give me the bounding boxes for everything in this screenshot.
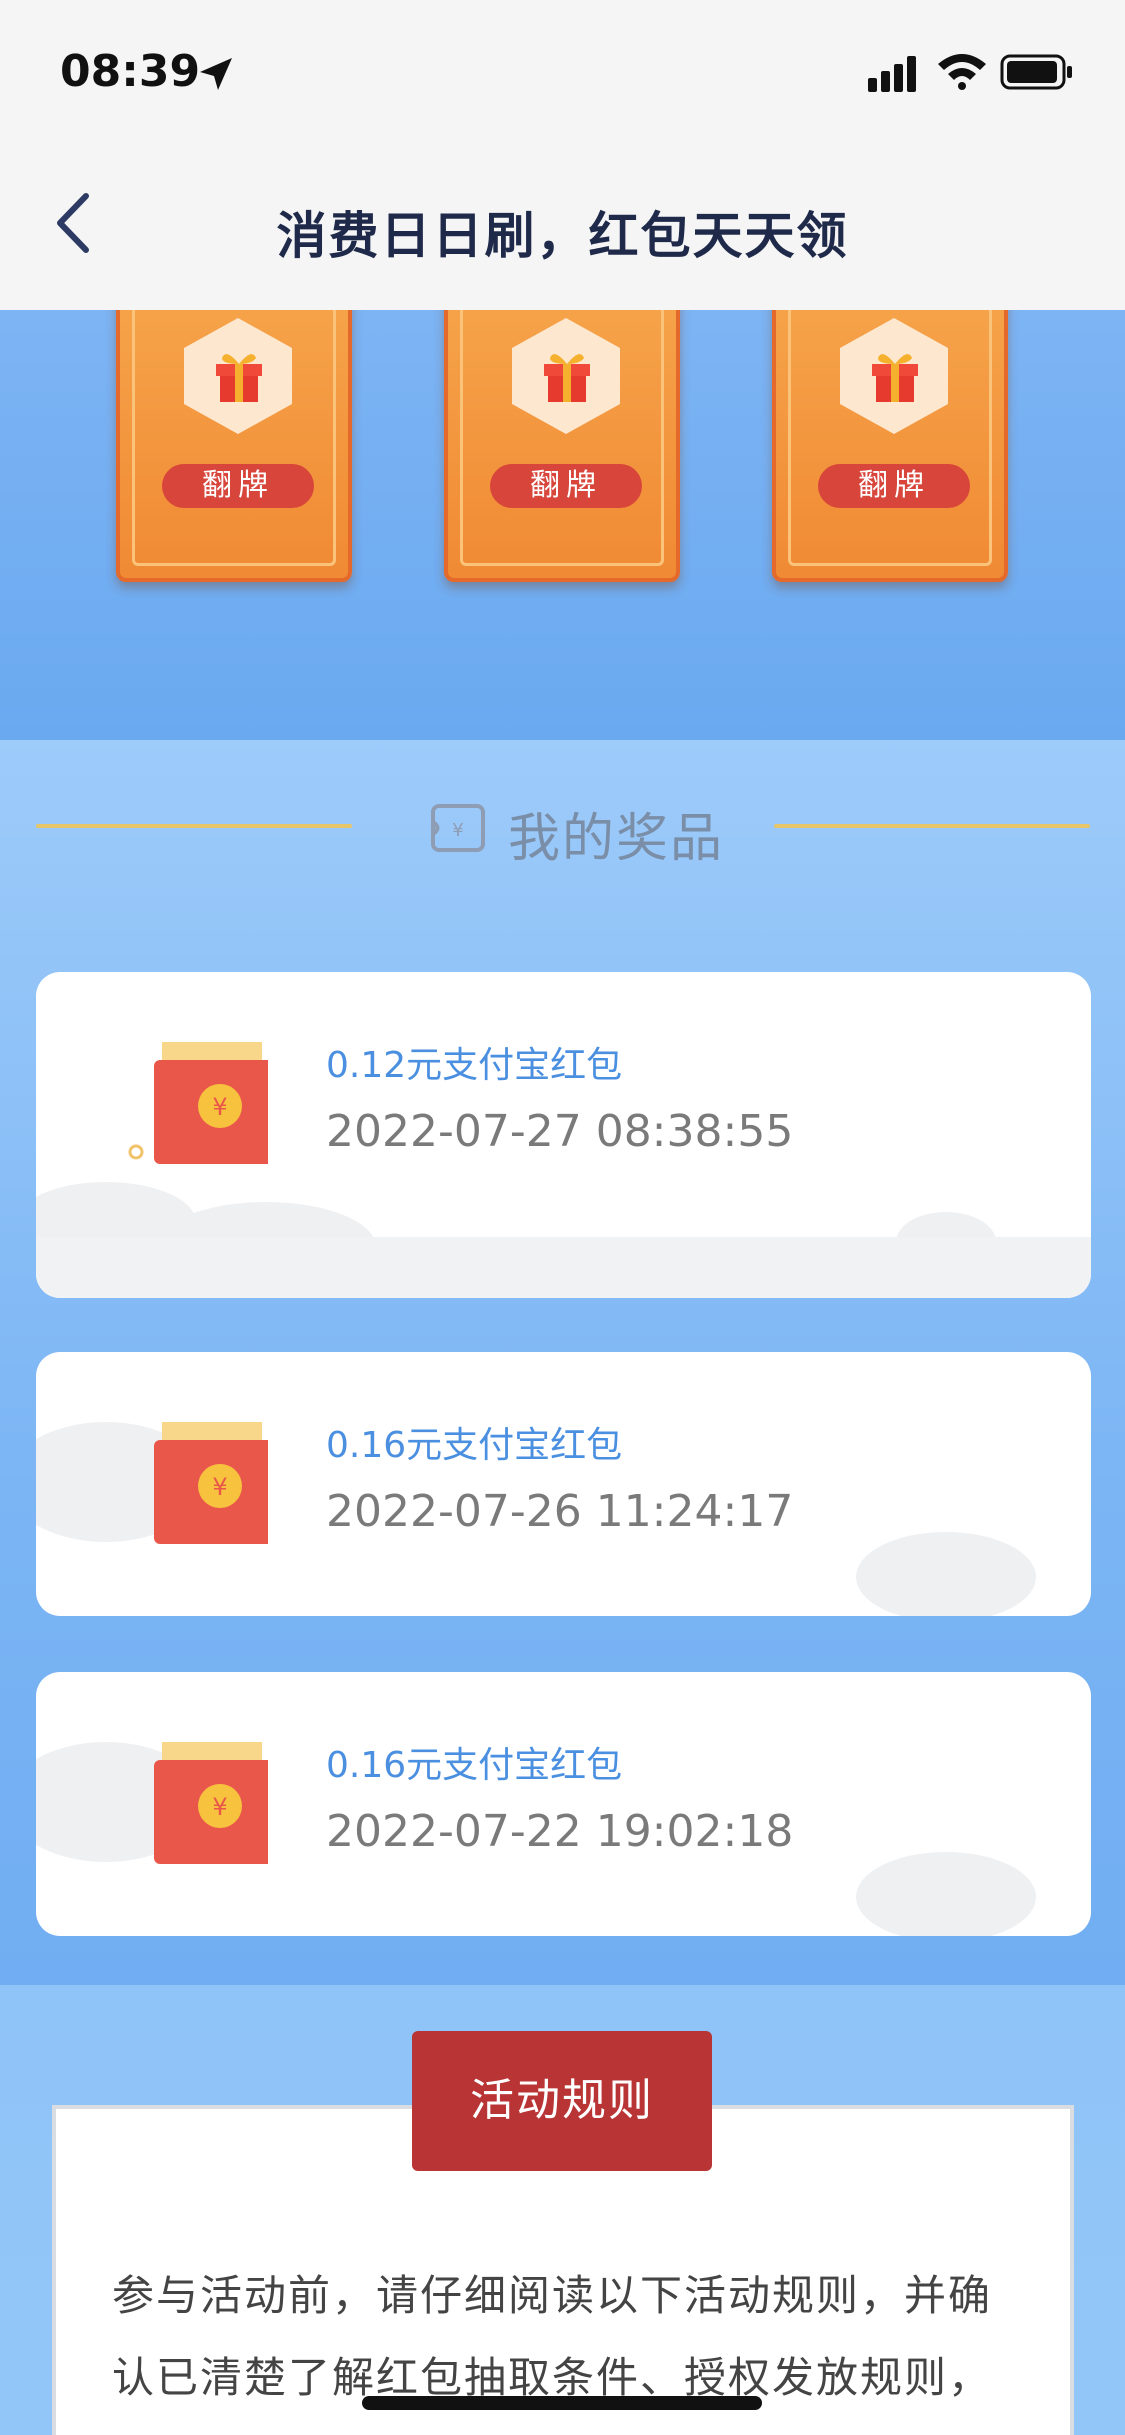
flip-button[interactable]: 翻牌 xyxy=(818,464,970,508)
flip-button[interactable]: 翻牌 xyxy=(490,464,642,508)
prize-name: 0.16元支付宝红包 xyxy=(326,1425,623,1466)
red-envelope-icon: ¥ xyxy=(154,1742,268,1864)
prize-card[interactable]: ¥ 0.16元支付宝红包 2022-07-26 11:24:17 xyxy=(36,1352,1091,1616)
gift-icon xyxy=(872,354,918,402)
ticket-icon: ¥ xyxy=(431,804,485,852)
prize-card[interactable]: ¥ 0.12元支付宝红包 2022-07-27 08:38:55 xyxy=(36,972,1091,1298)
wifi-icon xyxy=(938,54,986,90)
navigation-bar: 消费日日刷，红包天天领 xyxy=(0,140,1125,310)
flip-cards-area: 翻牌 翻牌 翻牌 xyxy=(0,310,1125,740)
divider xyxy=(774,824,1090,828)
cellular-signal-icon xyxy=(868,56,916,92)
rules-badge: 活动规则 xyxy=(412,2031,712,2171)
prize-card[interactable]: ¥ 0.16元支付宝红包 2022-07-22 19:02:18 xyxy=(36,1672,1091,1936)
rules-section: 活动规则 参与活动前，请仔细阅读以下活动规则，并确认已清楚了解红包抽取条件、授权… xyxy=(0,1985,1125,2435)
battery-icon xyxy=(1000,54,1072,90)
flip-card-1[interactable]: 翻牌 xyxy=(116,310,352,582)
my-prizes-section: ¥ 我的奖品 ¥ 0.12元支付宝红包 2022-07-27 08:38:55 … xyxy=(0,740,1125,1985)
status-time: 08:39 xyxy=(60,46,201,97)
divider xyxy=(36,824,352,828)
svg-text:¥: ¥ xyxy=(212,1473,227,1501)
gift-icon xyxy=(544,354,590,402)
svg-text:¥: ¥ xyxy=(452,820,463,841)
svg-text:¥: ¥ xyxy=(212,1793,227,1821)
gift-icon xyxy=(216,354,262,402)
location-arrow-icon xyxy=(200,58,232,90)
prize-time: 2022-07-26 11:24:17 xyxy=(326,1486,794,1537)
prize-time: 2022-07-22 19:02:18 xyxy=(326,1806,794,1857)
svg-text:¥: ¥ xyxy=(212,1093,227,1121)
prize-name: 0.12元支付宝红包 xyxy=(326,1045,623,1086)
red-envelope-icon: ¥ xyxy=(154,1422,268,1544)
flip-button[interactable]: 翻牌 xyxy=(162,464,314,508)
page-title: 消费日日刷，红包天天领 xyxy=(276,207,849,265)
red-envelope-icon: ¥ xyxy=(128,1042,268,1164)
status-bar: 08:39 xyxy=(0,0,1125,140)
prize-time: 2022-07-27 08:38:55 xyxy=(326,1106,794,1157)
flip-card-3[interactable]: 翻牌 xyxy=(772,310,1008,582)
home-indicator[interactable] xyxy=(362,2396,762,2410)
flip-card-2[interactable]: 翻牌 xyxy=(444,310,680,582)
prize-name: 0.16元支付宝红包 xyxy=(326,1745,623,1786)
section-title: 我的奖品 xyxy=(508,809,725,869)
